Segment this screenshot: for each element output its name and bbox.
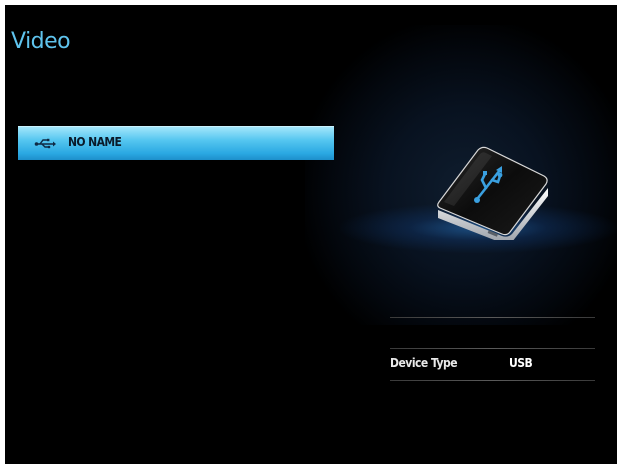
divider (390, 317, 595, 318)
device-list: NO NAME (18, 126, 334, 160)
device-info-panel: Device Type USB (390, 317, 595, 387)
device-label: NO NAME (68, 135, 122, 149)
divider (390, 380, 595, 381)
page-title: Video (11, 29, 71, 54)
divider (390, 348, 595, 349)
usb-hard-drive-icon (437, 146, 548, 240)
usb-icon (34, 138, 56, 149)
device-type-label: Device Type (390, 356, 458, 370)
device-type-value: USB (509, 356, 533, 370)
device-item-no-name[interactable]: NO NAME (18, 126, 334, 160)
tv-screen: Video NO NAME Device Type USB (5, 5, 617, 464)
